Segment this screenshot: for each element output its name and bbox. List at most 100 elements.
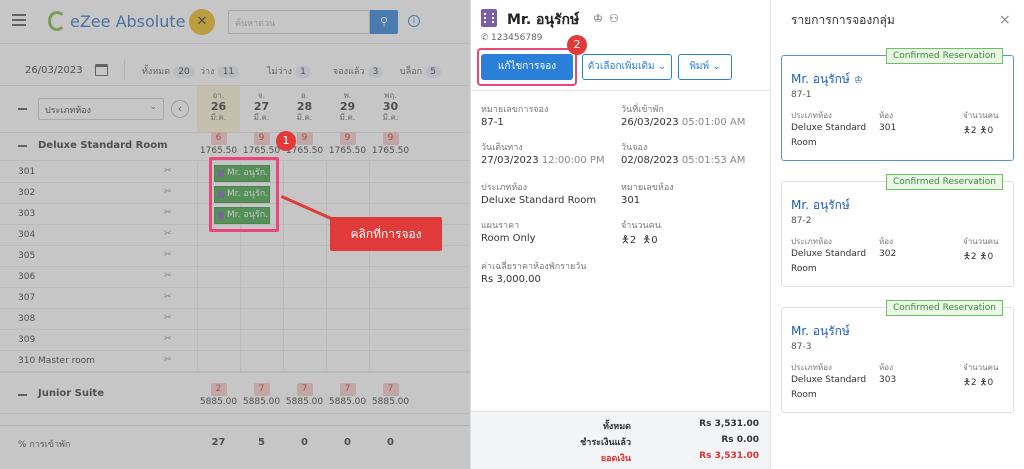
- card-room-number: 301: [879, 123, 897, 133]
- card-room-label: ห้อง: [879, 111, 893, 120]
- card-reservation-number: 87-1: [791, 90, 812, 100]
- checkin-time: 05:01:00 AM: [681, 117, 746, 128]
- adult-count: 2: [629, 235, 637, 246]
- guest-profile-icon[interactable]: ⚇: [609, 12, 619, 25]
- child-count: 0: [651, 235, 658, 246]
- card-room-type-line2: Room: [791, 264, 817, 274]
- rate-plan-value: Room Only: [481, 233, 536, 244]
- chevron-down-icon: ⌄: [657, 61, 667, 72]
- adult-icon: 🯅: [963, 126, 971, 136]
- group-reservation-card[interactable]: Confirmed Reservation Mr. อนุรักษ์ 87-3 …: [781, 300, 1014, 413]
- card-guest-name-text: Mr. อนุรักษ์: [791, 324, 850, 338]
- avg-rate-label: ค่าเฉลี่ยราคาห้องพักรายวัน: [481, 262, 587, 272]
- avg-rate-value: Rs 3,000.00: [481, 274, 541, 285]
- more-options-button[interactable]: ตัวเลือกเพิ่มเติม ⌄: [582, 54, 672, 80]
- res-no-value: 87-1: [481, 117, 504, 128]
- pax-label: จำนวนคน: [621, 221, 661, 231]
- step-1-marker: 1: [276, 131, 296, 151]
- card-room-label: ห้อง: [879, 363, 893, 372]
- building-icon: [481, 9, 497, 27]
- group-reservation-card[interactable]: Confirmed Reservation Mr. อนุรักษ์ 87-2 …: [781, 174, 1014, 287]
- vip-icon: ♔: [593, 12, 603, 25]
- card-adult-count: 2: [970, 126, 977, 136]
- card-adult-count: 2: [970, 252, 977, 262]
- vip-icon: ♔: [853, 75, 863, 86]
- group-reservation-card[interactable]: Confirmed Reservation Mr. อนุรักษ์ ♔ 87-…: [781, 48, 1014, 161]
- room-type-value: Deluxe Standard Room: [481, 195, 597, 206]
- card-room-type-line1: Deluxe Standard: [791, 375, 867, 385]
- divider: [471, 90, 771, 91]
- step-2-marker: 2: [567, 35, 587, 55]
- card-reservation-number: 87-2: [791, 216, 812, 226]
- status-badge: Confirmed Reservation: [886, 48, 1003, 64]
- card-adult-count: 2: [970, 378, 977, 388]
- balance-value: Rs 3,531.00: [699, 451, 759, 461]
- card-room-type-line1: Deluxe Standard: [791, 123, 867, 133]
- room-no-label: หมายเลขห้อง: [621, 183, 674, 193]
- total-label: ทั้งหมด: [602, 422, 631, 432]
- card-guest-name: Mr. อนุรักษ์: [791, 322, 850, 341]
- print-button[interactable]: พิมพ์ ⌄: [678, 54, 732, 80]
- departure-date: 27/03/2023: [481, 155, 539, 166]
- group-reservation-panel: รายการการจองกลุ่ม × Confirmed Reservatio…: [770, 0, 1024, 469]
- card-guest-name-text: Mr. อนุรักษ์: [791, 72, 850, 86]
- group-panel-title: รายการการจองกลุ่ม: [791, 13, 895, 27]
- card-room-label: ห้อง: [879, 237, 893, 246]
- card-room-type-label: ประเภทห้อง: [791, 237, 832, 246]
- adult-icon: 🯅: [621, 235, 630, 246]
- adult-icon: 🯅: [963, 252, 971, 262]
- booking-label: วันจอง: [621, 143, 648, 153]
- departure-value: 27/03/2023 12:00:00 PM: [481, 155, 605, 166]
- paid-value: Rs 0.00: [721, 435, 759, 445]
- card-child-count: 0: [987, 378, 994, 388]
- card-room-type-line1: Deluxe Standard: [791, 249, 867, 259]
- status-badge: Confirmed Reservation: [886, 174, 1003, 190]
- card-child-count: 0: [987, 252, 994, 262]
- rate-plan-label: แผนราคา: [481, 221, 520, 231]
- balance-label: ยอดเงิน: [600, 454, 631, 464]
- card-pax-label: จำนวนคน: [963, 237, 999, 246]
- card-room-type-label: ประเภทห้อง: [791, 363, 832, 372]
- phone-icon: ✆: [481, 33, 489, 43]
- room-no-value: 301: [621, 195, 641, 206]
- pax-value: 🯅2 🯅0: [621, 233, 658, 250]
- card-guest-name: Mr. อนุรักษ์: [791, 196, 850, 215]
- print-label: พิมพ์: [689, 61, 710, 72]
- booking-value: 02/08/2023 05:01:53 AM: [621, 155, 745, 166]
- reservation-detail-panel: Mr. อนุรักษ์ ♔ ⚇ ✆ 123456789 แก้ไขการจอง…: [470, 0, 771, 469]
- booking-date: 02/08/2023: [621, 155, 679, 166]
- card-guest-name: Mr. อนุรักษ์ ♔: [791, 70, 863, 89]
- card-reservation-number: 87-3: [791, 342, 812, 352]
- more-options-label: ตัวเลือกเพิ่มเติม: [587, 61, 655, 72]
- card-pax: 🯅2 🯅0: [963, 249, 993, 265]
- adult-icon: 🯅: [963, 378, 971, 388]
- card-pax: 🯅2 🯅0: [963, 123, 993, 139]
- card-room-number: 303: [879, 375, 897, 385]
- guest-phone: 123456789: [491, 33, 543, 43]
- card-room-number: 302: [879, 249, 897, 259]
- checkin-label: วันที่เข้าพัก: [621, 105, 664, 115]
- card-pax-label: จำนวนคน: [963, 363, 999, 372]
- card-room-type-label: ประเภทห้อง: [791, 111, 832, 120]
- checkin-value: 26/03/2023 05:01:00 AM: [621, 117, 745, 128]
- guest-name: Mr. อนุรักษ์: [507, 12, 580, 28]
- highlight-box: [209, 157, 279, 232]
- room-grid-app: eZee Absolute ✕ ค้นหาด่วน ⚲ i 26/03/2023…: [0, 0, 470, 469]
- departure-time: 12:00:00 PM: [541, 155, 605, 166]
- status-badge: Confirmed Reservation: [886, 300, 1003, 316]
- totals-section: ทั้งหมด Rs 3,531.00 ชำระเงินแล้ว Rs 0.00…: [471, 411, 771, 469]
- card-pax-label: จำนวนคน: [963, 111, 999, 120]
- booking-time: 05:01:53 AM: [681, 155, 746, 166]
- card-pax: 🯅2 🯅0: [963, 375, 993, 391]
- card-child-count: 0: [987, 126, 994, 136]
- card-room-type-line2: Room: [791, 138, 817, 148]
- paid-label: ชำระเงินแล้ว: [580, 438, 631, 448]
- close-icon[interactable]: ×: [999, 12, 1011, 28]
- res-no-label: หมายเลขการจอง: [481, 105, 549, 115]
- edit-reservation-button[interactable]: แก้ไขการจอง: [481, 54, 573, 80]
- card-room-type-line2: Room: [791, 390, 817, 400]
- chevron-down-icon: ⌄: [712, 61, 721, 72]
- departure-label: วันเดินทาง: [481, 143, 523, 153]
- checkin-date: 26/03/2023: [621, 117, 679, 128]
- total-value: Rs 3,531.00: [699, 419, 759, 429]
